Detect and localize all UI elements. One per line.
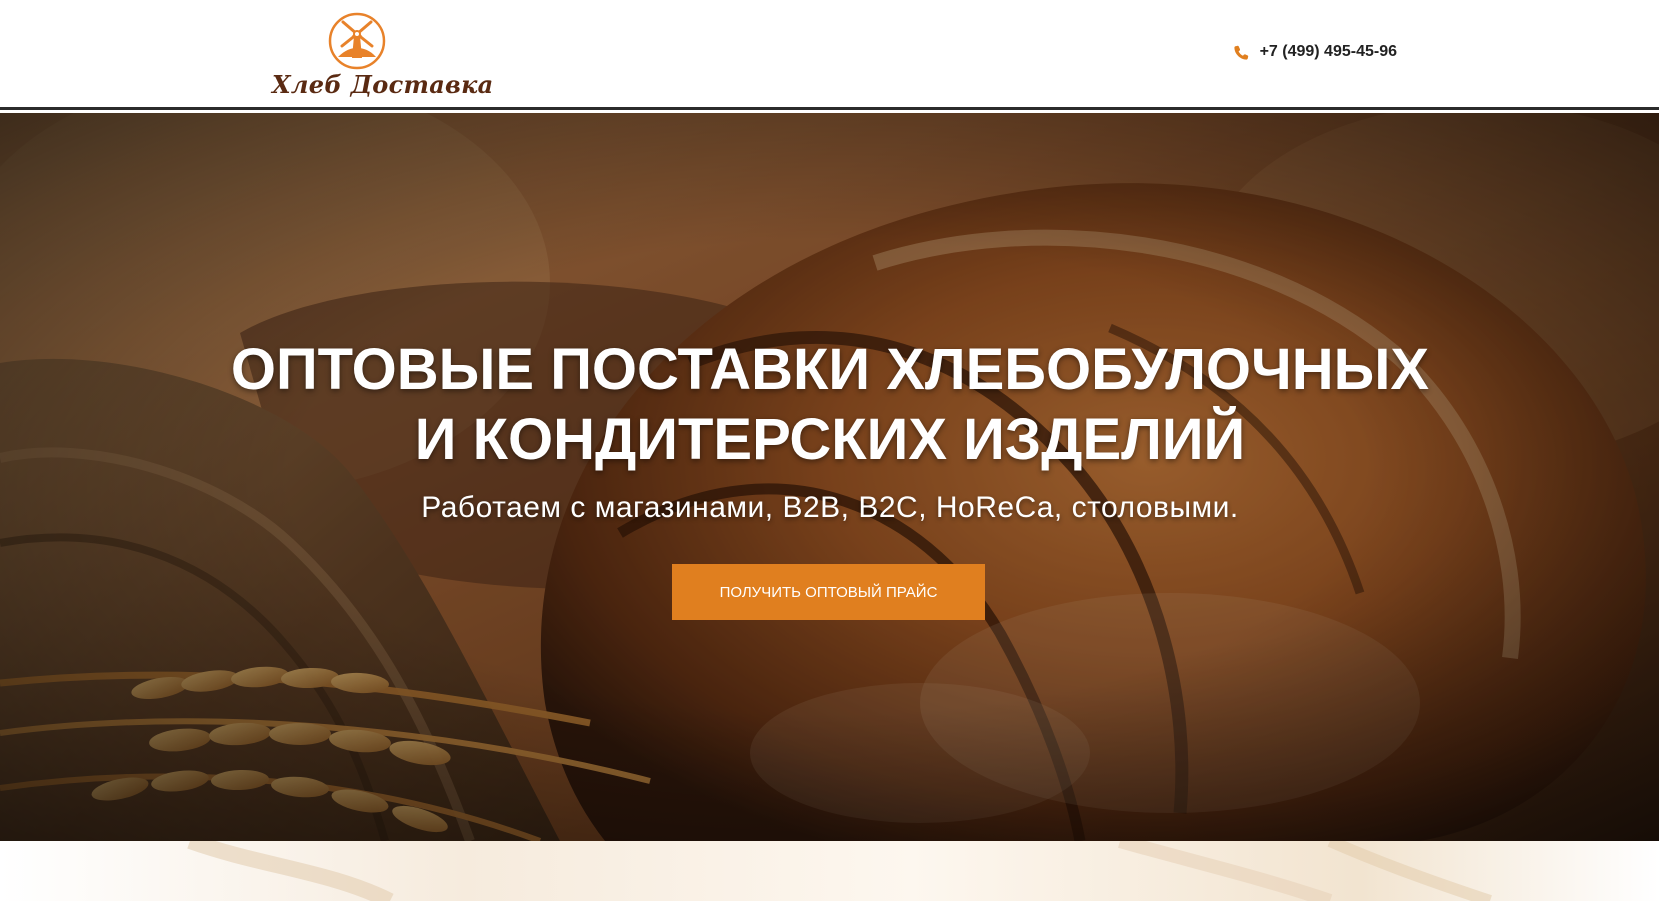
hero-title-line-1: ОПТОВЫЕ ПОСТАВКИ ХЛЕБОБУЛОЧНЫХ (230, 337, 1430, 402)
hero-title: ОПТОВЫЕ ПОСТАВКИ ХЛЕБОБУЛОЧНЫХ И КОНДИТЕ… (140, 335, 1520, 475)
next-section-background-image (0, 841, 1659, 901)
get-wholesale-price-button[interactable]: ПОЛУЧИТЬ ОПТОВЫЙ ПРАЙС (672, 564, 985, 620)
hero-title-line-2: И КОНДИТЕРСКИХ ИЗДЕЛИЙ (414, 407, 1246, 472)
site-header: Хлеб Доставка +7 (499) 495-45-96 (0, 0, 1659, 110)
phone-icon (1233, 45, 1248, 60)
next-section-preview (0, 841, 1659, 901)
brand-logo[interactable]: Хлеб Доставка (272, 10, 494, 102)
hero-subtitle: Работаем с магазинами, B2B, B2C, HoReCa,… (421, 491, 1239, 524)
logo-text: Хлеб Доставка (272, 70, 494, 99)
hero-content: ОПТОВЫЕ ПОСТАВКИ ХЛЕБОБУЛОЧНЫХ И КОНДИТЕ… (0, 113, 1659, 841)
hero-section: ОПТОВЫЕ ПОСТАВКИ ХЛЕБОБУЛОЧНЫХ И КОНДИТЕ… (0, 113, 1659, 841)
phone-link[interactable]: +7 (499) 495-45-96 (1233, 43, 1397, 61)
phone-number: +7 (499) 495-45-96 (1259, 43, 1397, 60)
windmill-icon (328, 12, 386, 70)
